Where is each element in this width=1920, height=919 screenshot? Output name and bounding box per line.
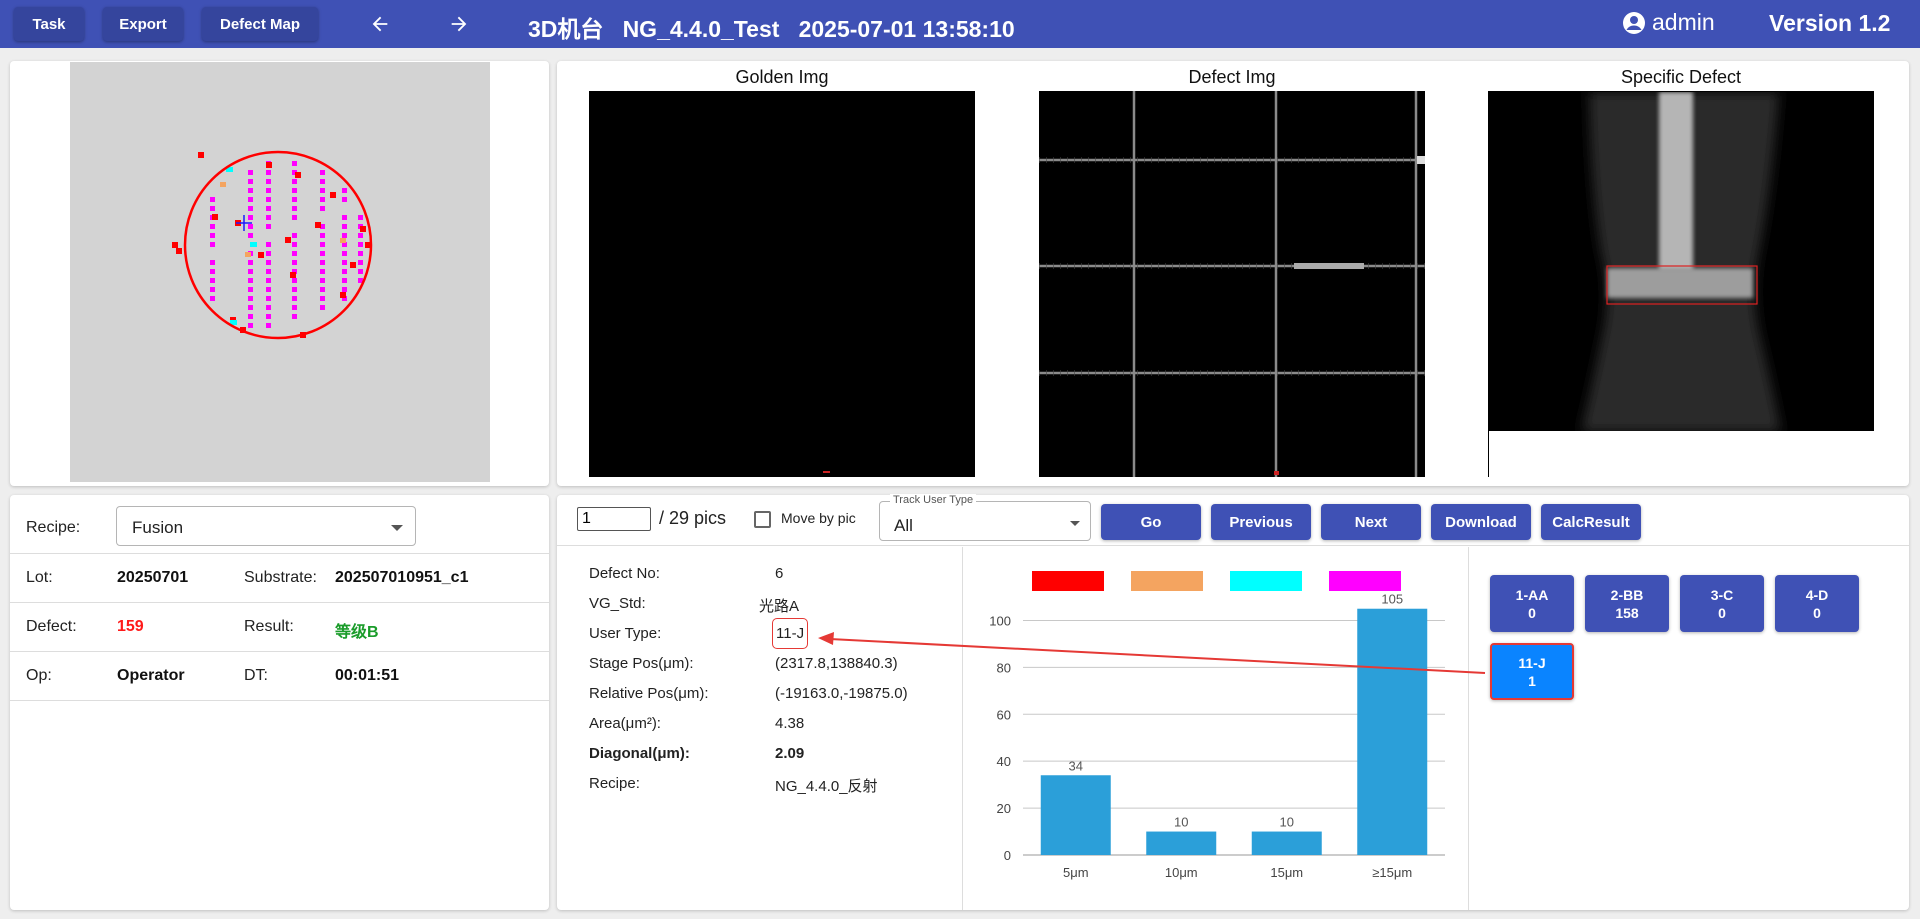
annotation-arrow xyxy=(818,632,1486,674)
